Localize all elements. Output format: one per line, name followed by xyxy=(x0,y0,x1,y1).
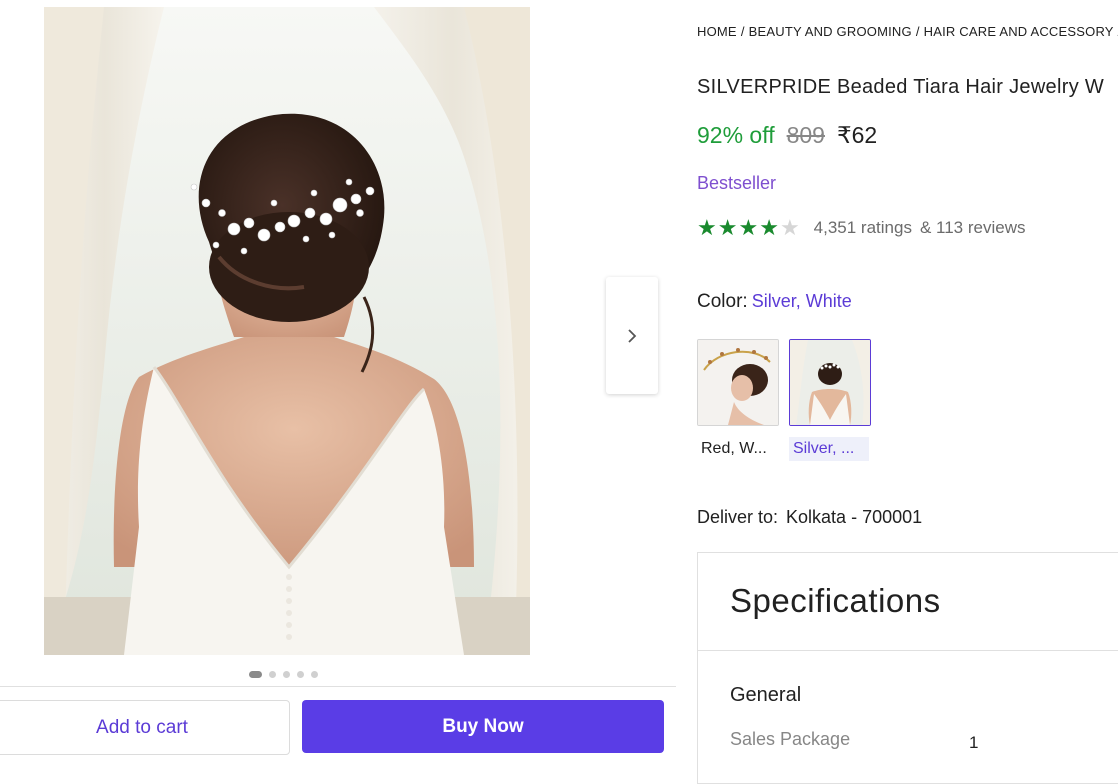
ratings-count: 4,351 ratings xyxy=(813,218,912,237)
add-to-cart-button[interactable]: Add to cart xyxy=(0,700,290,755)
deliver-to-label: Deliver to: xyxy=(697,507,779,527)
breadcrumb: HOME / BEAUTY AND GROOMING / HAIR CARE AND A… xyxy=(697,24,1118,39)
buy-now-button[interactable]: Buy Now xyxy=(302,700,664,753)
rating-stars: ★ ★ ★ ★ ★ xyxy=(697,217,800,239)
action-bar: Add to cart Buy Now xyxy=(0,686,676,767)
color-selector-label: Color: Silver, White xyxy=(697,291,852,313)
specifications-panel: Specifications General Sales Package 1 xyxy=(697,552,1118,784)
product-image[interactable] xyxy=(44,7,530,655)
carousel-dot[interactable] xyxy=(297,671,304,678)
swatch-thumbnail-icon xyxy=(790,340,870,425)
original-price: 809 xyxy=(786,122,825,148)
breadcrumb-item-hair-care[interactable]: HAIR CARE AND ACCESSORY xyxy=(924,24,1114,39)
color-label: Color: xyxy=(697,291,748,312)
delivery-pincode[interactable]: Kolkata - 700001 xyxy=(786,507,922,527)
star-empty-icon: ★ xyxy=(779,215,800,240)
star-icon: ★ xyxy=(717,215,738,240)
specifications-title: Specifications xyxy=(730,582,941,619)
product-title: SILVERPRIDE Beaded Tiara Hair Jewelry W xyxy=(697,76,1105,98)
spec-key-sales-package: Sales Package xyxy=(730,729,851,749)
rating-row[interactable]: ★ ★ ★ ★ ★ 4,351 ratings & 113 reviews xyxy=(697,217,1025,239)
breadcrumb-item-home[interactable]: HOME xyxy=(697,24,737,39)
color-option-label-selected[interactable]: Silver, ... xyxy=(789,437,869,461)
carousel-dot[interactable] xyxy=(311,671,318,678)
breadcrumb-item-beauty[interactable]: BEAUTY AND GROOMING xyxy=(749,24,912,39)
carousel-dots xyxy=(249,671,318,678)
chevron-right-icon xyxy=(628,328,637,343)
bride-hairstyle-illustration xyxy=(44,7,530,655)
carousel-dot[interactable] xyxy=(283,671,290,678)
swatch-thumbnail-icon xyxy=(698,340,778,425)
color-option-label[interactable]: Red, W... xyxy=(697,437,771,461)
price-row: 92% off 809 ₹62 xyxy=(697,122,877,149)
delivery-location[interactable]: Deliver to: Kolkata - 700001 xyxy=(697,507,922,528)
reviews-count: & 113 reviews xyxy=(919,218,1026,237)
carousel-next-button[interactable] xyxy=(606,277,658,394)
color-swatch-silver-white[interactable] xyxy=(789,339,871,426)
spec-section-general: General xyxy=(730,684,802,706)
spec-value-sales-package: 1 xyxy=(969,733,979,752)
specifications-header[interactable]: Specifications xyxy=(698,553,1118,651)
carousel-dot[interactable] xyxy=(269,671,276,678)
star-icon: ★ xyxy=(759,215,779,240)
bestseller-badge: Bestseller xyxy=(697,173,777,193)
color-value: Silver, White xyxy=(751,291,852,311)
carousel-dot-active[interactable] xyxy=(249,671,262,678)
star-icon: ★ xyxy=(738,215,759,240)
selling-price: ₹62 xyxy=(836,122,878,148)
color-swatch-red-white[interactable] xyxy=(697,339,779,426)
star-icon: ★ xyxy=(697,215,717,240)
discount-percent: 92% off xyxy=(697,122,775,148)
